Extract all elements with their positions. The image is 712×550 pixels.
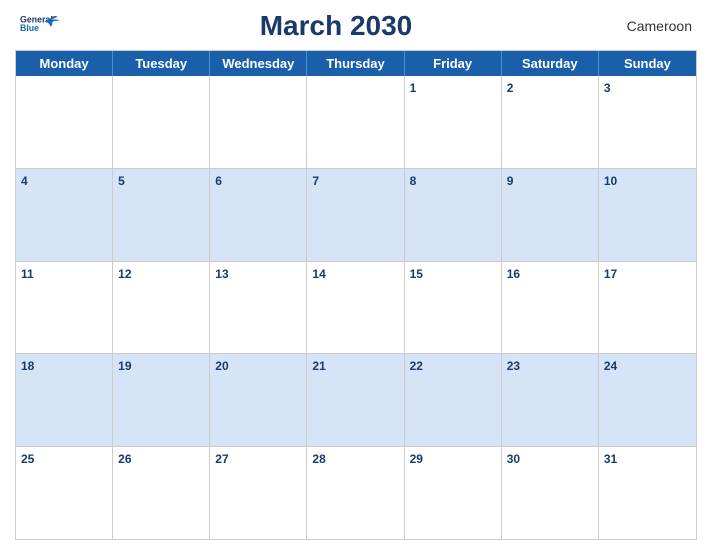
calendar-page: General Blue March 2030 Cameroon Monday … [0, 0, 712, 550]
cal-cell-24: 24 [599, 354, 696, 446]
cal-cell-28: 28 [307, 447, 404, 539]
cal-cell-5: 5 [113, 169, 210, 261]
cal-cell-empty [210, 76, 307, 168]
cal-cell-12: 12 [113, 262, 210, 354]
cal-cell-26: 26 [113, 447, 210, 539]
cal-cell-2: 2 [502, 76, 599, 168]
svg-text:Blue: Blue [20, 23, 39, 33]
calendar-body: 1 2 3 4 5 6 7 8 9 10 11 12 13 14 15 16 [16, 76, 696, 539]
calendar-grid: Monday Tuesday Wednesday Thursday Friday… [15, 50, 697, 540]
cal-cell-11: 11 [16, 262, 113, 354]
cal-cell-9: 9 [502, 169, 599, 261]
cal-cell-14: 14 [307, 262, 404, 354]
header-monday: Monday [16, 51, 113, 76]
logo-icon: General Blue [20, 12, 60, 40]
calendar-row-4: 18 19 20 21 22 23 24 [16, 353, 696, 446]
header-thursday: Thursday [307, 51, 404, 76]
cal-cell-29: 29 [405, 447, 502, 539]
calendar-row-3: 11 12 13 14 15 16 17 [16, 261, 696, 354]
calendar-row-1: 1 2 3 [16, 76, 696, 168]
header-tuesday: Tuesday [113, 51, 210, 76]
cal-cell-empty [113, 76, 210, 168]
cal-cell-1: 1 [405, 76, 502, 168]
cal-cell-19: 19 [113, 354, 210, 446]
header-sunday: Sunday [599, 51, 696, 76]
cal-cell-31: 31 [599, 447, 696, 539]
cal-cell-10: 10 [599, 169, 696, 261]
cal-cell-25: 25 [16, 447, 113, 539]
calendar-row-2: 4 5 6 7 8 9 10 [16, 168, 696, 261]
cal-cell-8: 8 [405, 169, 502, 261]
header-wednesday: Wednesday [210, 51, 307, 76]
cal-cell-17: 17 [599, 262, 696, 354]
page-header: General Blue March 2030 Cameroon [15, 10, 697, 42]
cal-cell-3: 3 [599, 76, 696, 168]
cal-cell-13: 13 [210, 262, 307, 354]
cal-cell-7: 7 [307, 169, 404, 261]
cal-cell-22: 22 [405, 354, 502, 446]
cal-cell-15: 15 [405, 262, 502, 354]
cal-cell-empty [307, 76, 404, 168]
cal-cell-empty [16, 76, 113, 168]
cal-cell-30: 30 [502, 447, 599, 539]
cal-cell-21: 21 [307, 354, 404, 446]
cal-cell-20: 20 [210, 354, 307, 446]
logo: General Blue [20, 12, 60, 40]
calendar-row-5: 25 26 27 28 29 30 31 [16, 446, 696, 539]
country-label: Cameroon [612, 18, 692, 34]
header-saturday: Saturday [502, 51, 599, 76]
cal-cell-6: 6 [210, 169, 307, 261]
cal-cell-4: 4 [16, 169, 113, 261]
cal-cell-27: 27 [210, 447, 307, 539]
cal-cell-18: 18 [16, 354, 113, 446]
header-friday: Friday [405, 51, 502, 76]
page-title: March 2030 [60, 10, 612, 42]
cal-cell-16: 16 [502, 262, 599, 354]
calendar-header: Monday Tuesday Wednesday Thursday Friday… [16, 51, 696, 76]
cal-cell-23: 23 [502, 354, 599, 446]
